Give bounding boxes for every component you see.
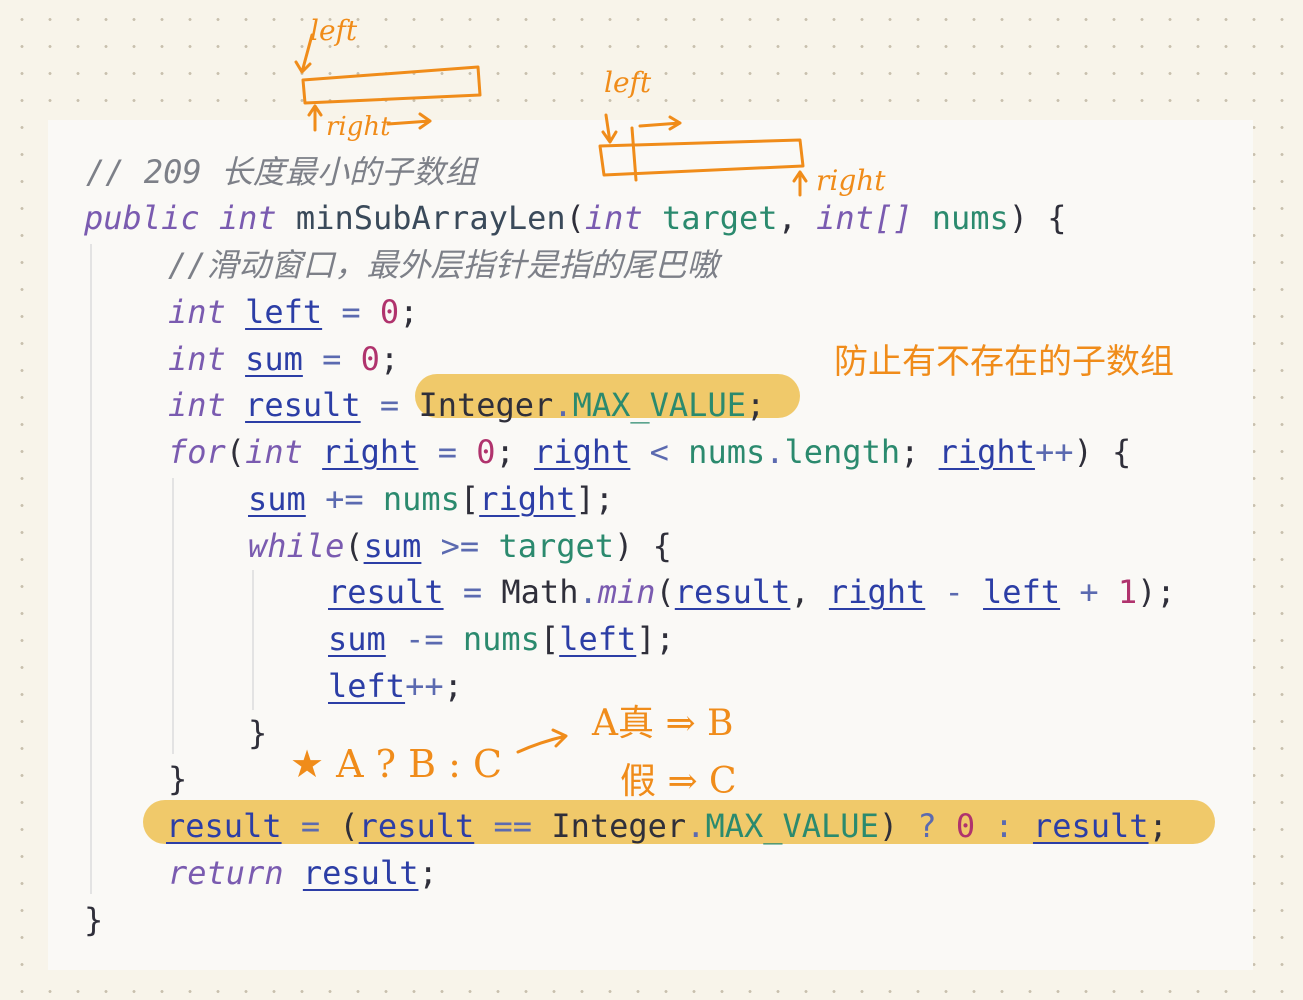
window-rect-2: [598, 138, 805, 177]
annotation-ternary-false: 假 ⇒ C: [620, 761, 737, 802]
annotation-ternary-syntax: ★ A ? B : C: [290, 742, 503, 786]
annotation-left-2: left: [604, 66, 652, 99]
window-rect-1: [301, 65, 482, 105]
annotation-ternary-true: A真 ⇒ B: [592, 703, 734, 744]
right-up-arrow-2-icon: [792, 170, 808, 197]
right-arrow-2-icon: [638, 115, 682, 131]
annotation-left-1: left: [310, 14, 358, 47]
ternary-arrow-icon: [516, 728, 568, 754]
right-arrow-1-icon: [386, 112, 432, 130]
annotation-right-2: right: [816, 164, 886, 197]
window-inner-line: [630, 126, 638, 182]
left-arrow-2-icon: [601, 113, 618, 144]
annotation-right-1: right: [326, 112, 391, 142]
annotation-max-value-note: 防止有不存在的子数组: [834, 342, 1174, 382]
handwritten-annotations: [294, 33, 808, 754]
right-up-arrow-1-icon: [307, 104, 323, 132]
